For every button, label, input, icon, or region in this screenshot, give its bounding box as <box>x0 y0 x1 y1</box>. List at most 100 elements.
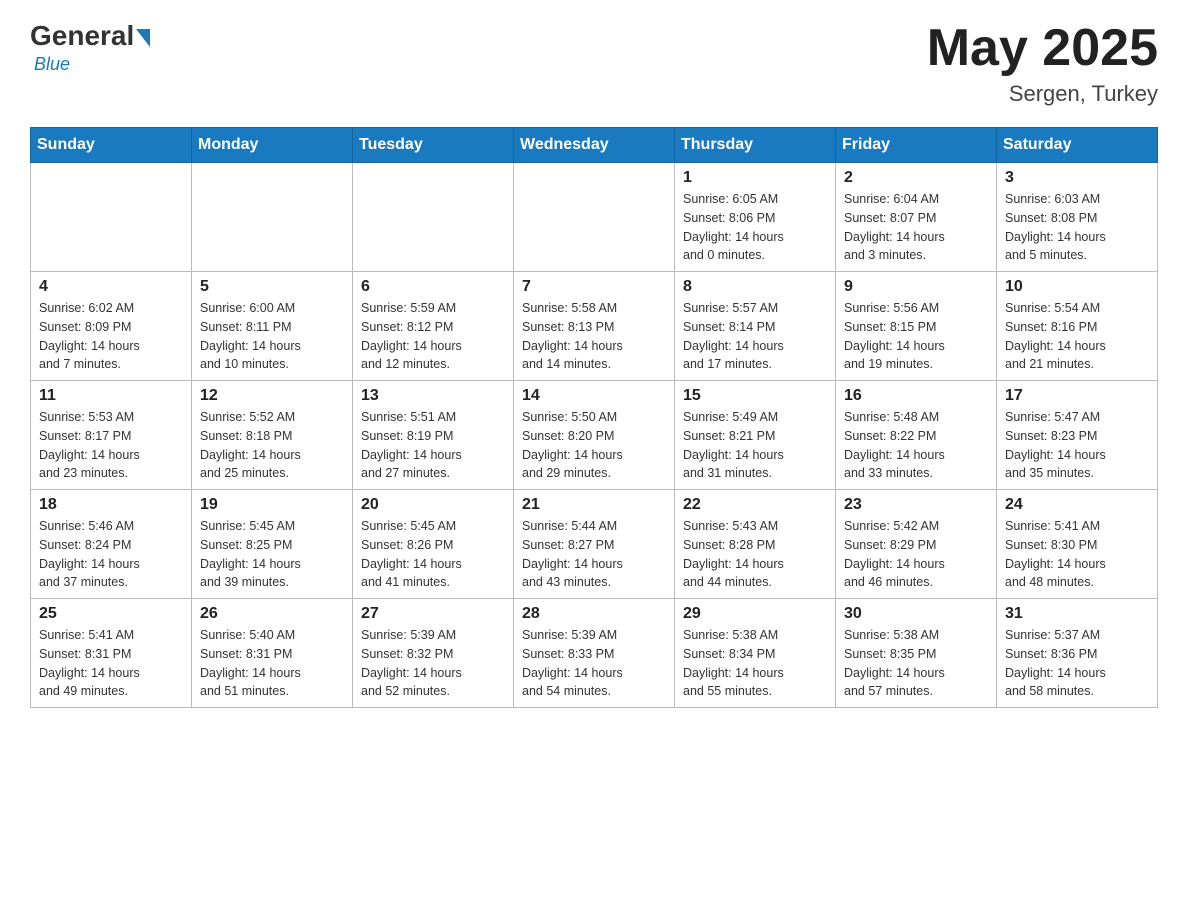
day-info: Sunrise: 5:38 AMSunset: 8:34 PMDaylight:… <box>683 626 827 701</box>
calendar-cell-0-6: 3Sunrise: 6:03 AMSunset: 8:08 PMDaylight… <box>997 163 1158 272</box>
calendar-cell-1-3: 7 Sunrise: 5:58 AMSunset: 8:13 PMDaylight… <box>514 272 675 381</box>
day-info: Sunrise: 5:51 AMSunset: 8:19 PMDaylight:… <box>361 408 505 483</box>
day-number: 1 <box>683 169 827 187</box>
day-number: 4 <box>39 278 183 296</box>
calendar-cell-4-0: 25Sunrise: 5:41 AMSunset: 8:31 PMDayligh… <box>31 599 192 708</box>
calendar-header-row: Sunday Monday Tuesday Wednesday Thursday… <box>31 128 1158 163</box>
calendar-cell-0-2 <box>353 163 514 272</box>
day-info: Sunrise: 6:02 AMSunset: 8:09 PMDaylight:… <box>39 299 183 374</box>
day-number: 29 <box>683 605 827 623</box>
calendar-week-3: 11 Sunrise: 5:53 AMSunset: 8:17 PMDayligh… <box>31 381 1158 490</box>
day-info: Sunrise: 6:03 AMSunset: 8:08 PMDaylight:… <box>1005 190 1149 265</box>
day-info: Sunrise: 5:44 AMSunset: 8:27 PMDaylight:… <box>522 517 666 592</box>
day-info: Sunrise: 5:39 AMSunset: 8:32 PMDaylight:… <box>361 626 505 701</box>
col-sunday: Sunday <box>31 128 192 163</box>
col-monday: Monday <box>192 128 353 163</box>
logo-triangle-icon <box>136 29 150 47</box>
day-info: Sunrise: 5:47 AMSunset: 8:23 PMDaylight:… <box>1005 408 1149 483</box>
day-number: 21 <box>522 496 666 514</box>
day-info: Sunrise: 5:48 AMSunset: 8:22 PMDaylight:… <box>844 408 988 483</box>
calendar-cell-3-5: 23Sunrise: 5:42 AMSunset: 8:29 PMDayligh… <box>836 490 997 599</box>
calendar-table: Sunday Monday Tuesday Wednesday Thursday… <box>30 127 1158 708</box>
calendar-cell-3-4: 22Sunrise: 5:43 AMSunset: 8:28 PMDayligh… <box>675 490 836 599</box>
calendar-cell-1-6: 10 Sunrise: 5:54 AMSunset: 8:16 PMDayligh… <box>997 272 1158 381</box>
day-number: 7 <box>522 278 666 296</box>
day-info: Sunrise: 5:41 AMSunset: 8:30 PMDaylight:… <box>1005 517 1149 592</box>
calendar-cell-3-1: 19Sunrise: 5:45 AMSunset: 8:25 PMDayligh… <box>192 490 353 599</box>
calendar-cell-2-3: 14 Sunrise: 5:50 AMSunset: 8:20 PMDayligh… <box>514 381 675 490</box>
calendar-cell-0-5: 2 Sunrise: 6:04 AMSunset: 8:07 PMDaylight… <box>836 163 997 272</box>
day-info: Sunrise: 5:59 AMSunset: 8:12 PMDaylight:… <box>361 299 505 374</box>
day-number: 11 <box>39 387 183 405</box>
day-info: Sunrise: 6:05 AMSunset: 8:06 PMDaylight:… <box>683 190 827 265</box>
calendar-cell-2-2: 13 Sunrise: 5:51 AMSunset: 8:19 PMDayligh… <box>353 381 514 490</box>
day-number: 20 <box>361 496 505 514</box>
day-number: 19 <box>200 496 344 514</box>
calendar-cell-3-2: 20 Sunrise: 5:45 AMSunset: 8:26 PMDayligh… <box>353 490 514 599</box>
calendar-cell-4-3: 28 Sunrise: 5:39 AMSunset: 8:33 PMDayligh… <box>514 599 675 708</box>
day-info: Sunrise: 6:04 AMSunset: 8:07 PMDaylight:… <box>844 190 988 265</box>
day-number: 15 <box>683 387 827 405</box>
day-number: 14 <box>522 387 666 405</box>
day-info: Sunrise: 5:54 AMSunset: 8:16 PMDaylight:… <box>1005 299 1149 374</box>
logo-blue-text: Blue <box>34 54 150 75</box>
day-info: Sunrise: 5:43 AMSunset: 8:28 PMDaylight:… <box>683 517 827 592</box>
calendar-week-4: 18 Sunrise: 5:46 AMSunset: 8:24 PMDayligh… <box>31 490 1158 599</box>
calendar-week-1: 1 Sunrise: 6:05 AMSunset: 8:06 PMDaylight… <box>31 163 1158 272</box>
day-number: 28 <box>522 605 666 623</box>
calendar-cell-0-1 <box>192 163 353 272</box>
day-info: Sunrise: 5:41 AMSunset: 8:31 PMDaylight:… <box>39 626 183 701</box>
day-number: 9 <box>844 278 988 296</box>
day-info: Sunrise: 5:49 AMSunset: 8:21 PMDaylight:… <box>683 408 827 483</box>
logo: General Blue <box>30 20 150 75</box>
day-info: Sunrise: 5:50 AMSunset: 8:20 PMDaylight:… <box>522 408 666 483</box>
day-number: 16 <box>844 387 988 405</box>
col-saturday: Saturday <box>997 128 1158 163</box>
day-number: 18 <box>39 496 183 514</box>
day-info: Sunrise: 5:53 AMSunset: 8:17 PMDaylight:… <box>39 408 183 483</box>
day-info: Sunrise: 5:45 AMSunset: 8:26 PMDaylight:… <box>361 517 505 592</box>
calendar-cell-3-6: 24 Sunrise: 5:41 AMSunset: 8:30 PMDayligh… <box>997 490 1158 599</box>
calendar-cell-1-1: 5 Sunrise: 6:00 AMSunset: 8:11 PMDaylight… <box>192 272 353 381</box>
day-info: Sunrise: 5:52 AMSunset: 8:18 PMDaylight:… <box>200 408 344 483</box>
calendar-cell-4-5: 30Sunrise: 5:38 AMSunset: 8:35 PMDayligh… <box>836 599 997 708</box>
calendar-cell-4-6: 31 Sunrise: 5:37 AMSunset: 8:36 PMDayligh… <box>997 599 1158 708</box>
day-info: Sunrise: 5:58 AMSunset: 8:13 PMDaylight:… <box>522 299 666 374</box>
day-info: Sunrise: 5:46 AMSunset: 8:24 PMDaylight:… <box>39 517 183 592</box>
calendar-cell-2-0: 11 Sunrise: 5:53 AMSunset: 8:17 PMDayligh… <box>31 381 192 490</box>
day-info: Sunrise: 5:39 AMSunset: 8:33 PMDaylight:… <box>522 626 666 701</box>
day-number: 5 <box>200 278 344 296</box>
day-number: 17 <box>1005 387 1149 405</box>
day-number: 8 <box>683 278 827 296</box>
calendar-cell-2-4: 15 Sunrise: 5:49 AMSunset: 8:21 PMDayligh… <box>675 381 836 490</box>
day-number: 31 <box>1005 605 1149 623</box>
day-number: 10 <box>1005 278 1149 296</box>
day-info: Sunrise: 5:38 AMSunset: 8:35 PMDaylight:… <box>844 626 988 701</box>
calendar-cell-0-3 <box>514 163 675 272</box>
day-info: Sunrise: 5:37 AMSunset: 8:36 PMDaylight:… <box>1005 626 1149 701</box>
calendar-cell-1-5: 9Sunrise: 5:56 AMSunset: 8:15 PMDaylight… <box>836 272 997 381</box>
calendar-cell-0-4: 1 Sunrise: 6:05 AMSunset: 8:06 PMDaylight… <box>675 163 836 272</box>
day-number: 13 <box>361 387 505 405</box>
calendar-cell-1-0: 4 Sunrise: 6:02 AMSunset: 8:09 PMDaylight… <box>31 272 192 381</box>
day-info: Sunrise: 5:42 AMSunset: 8:29 PMDaylight:… <box>844 517 988 592</box>
calendar-cell-0-0 <box>31 163 192 272</box>
page-header: General Blue May 2025 Sergen, Turkey <box>30 20 1158 107</box>
day-info: Sunrise: 5:57 AMSunset: 8:14 PMDaylight:… <box>683 299 827 374</box>
month-year-title: May 2025 <box>927 20 1158 77</box>
calendar-cell-3-3: 21 Sunrise: 5:44 AMSunset: 8:27 PMDayligh… <box>514 490 675 599</box>
col-friday: Friday <box>836 128 997 163</box>
logo-general-text: General <box>30 20 134 52</box>
day-number: 6 <box>361 278 505 296</box>
calendar-cell-2-5: 16 Sunrise: 5:48 AMSunset: 8:22 PMDayligh… <box>836 381 997 490</box>
col-thursday: Thursday <box>675 128 836 163</box>
title-block: May 2025 Sergen, Turkey <box>927 20 1158 107</box>
calendar-cell-4-2: 27Sunrise: 5:39 AMSunset: 8:32 PMDayligh… <box>353 599 514 708</box>
col-wednesday: Wednesday <box>514 128 675 163</box>
calendar-cell-2-1: 12Sunrise: 5:52 AMSunset: 8:18 PMDayligh… <box>192 381 353 490</box>
day-info: Sunrise: 6:00 AMSunset: 8:11 PMDaylight:… <box>200 299 344 374</box>
day-number: 24 <box>1005 496 1149 514</box>
calendar-cell-4-4: 29 Sunrise: 5:38 AMSunset: 8:34 PMDayligh… <box>675 599 836 708</box>
day-number: 26 <box>200 605 344 623</box>
day-number: 2 <box>844 169 988 187</box>
